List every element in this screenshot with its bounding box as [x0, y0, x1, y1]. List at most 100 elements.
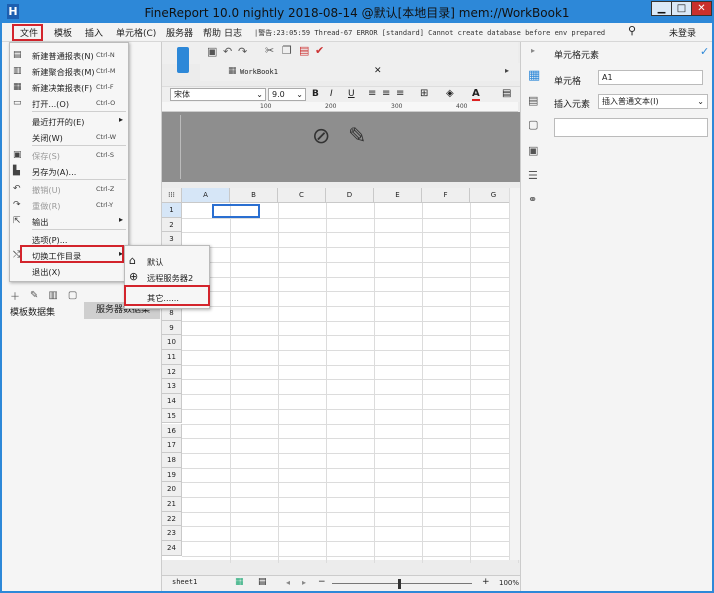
- column-header[interactable]: C: [278, 188, 326, 203]
- grid-corner[interactable]: ⁞⁞⁞: [162, 188, 182, 203]
- sheet-tab[interactable]: sheet1: [172, 578, 197, 586]
- menu-template[interactable]: 模板: [54, 26, 72, 39]
- more-options-icon[interactable]: ▤: [502, 88, 511, 99]
- menu-help[interactable]: 帮助: [203, 26, 221, 39]
- row-header[interactable]: 23: [162, 526, 182, 542]
- minimize-button[interactable]: ▁: [651, 1, 672, 16]
- menu-server[interactable]: 服务器: [166, 26, 193, 39]
- fill-color-icon[interactable]: ◈: [446, 88, 454, 99]
- scroll-left-icon[interactable]: ◂: [286, 578, 290, 587]
- row-header[interactable]: 20: [162, 482, 182, 497]
- add-sheet-icon[interactable]: ▦: [235, 577, 244, 587]
- cut-icon[interactable]: ✂: [265, 44, 274, 57]
- login-status[interactable]: 未登录: [669, 26, 696, 39]
- close-tab-icon[interactable]: ✕: [374, 66, 382, 76]
- tab-template-dataset[interactable]: 模板数据集: [10, 305, 55, 318]
- row-header[interactable]: 1: [162, 203, 182, 218]
- column-header[interactable]: D: [326, 188, 374, 203]
- insert-element-select[interactable]: 插入普通文本(I) ⌄: [598, 94, 708, 109]
- row-header[interactable]: 14: [162, 394, 182, 409]
- column-header[interactable]: B: [230, 188, 278, 203]
- cell-attribute-icon[interactable]: ▤: [528, 94, 538, 107]
- paste-icon[interactable]: ▤: [299, 44, 309, 57]
- align-right-icon[interactable]: ≡: [396, 88, 404, 99]
- maximize-button[interactable]: □: [671, 1, 692, 16]
- menu-insert[interactable]: 插入: [85, 26, 103, 39]
- file-menu-item[interactable]: 最近打开的(E) ▸: [10, 113, 128, 129]
- row-header[interactable]: 18: [162, 452, 182, 468]
- widget-icon[interactable]: ▣: [528, 144, 538, 157]
- file-menu-item[interactable]: ▥ 新建聚合报表(M) Ctrl-M: [10, 63, 128, 79]
- scroll-right-icon[interactable]: ▸: [302, 578, 306, 587]
- submenu-item-default[interactable]: 默认: [147, 256, 163, 268]
- row-header[interactable]: 21: [162, 497, 182, 512]
- row-header[interactable]: 11: [162, 350, 182, 365]
- vertical-scrollbar[interactable]: [509, 188, 520, 560]
- font-color-icon[interactable]: A: [472, 88, 480, 101]
- column-header[interactable]: A: [182, 188, 230, 203]
- file-menu-item[interactable]: ⇱ 输出 ▸: [10, 213, 128, 229]
- row-header[interactable]: 24: [162, 541, 182, 556]
- row-header[interactable]: 19: [162, 467, 182, 483]
- edit-pencil-icon[interactable]: ✎: [348, 124, 366, 149]
- row-header[interactable]: 15: [162, 408, 182, 424]
- file-menu-item[interactable]: ↷ 重做(R) Ctrl-Y: [10, 197, 128, 213]
- file-menu-item[interactable]: ↶ 撤销(U) Ctrl-Z: [10, 181, 128, 197]
- search-icon[interactable]: ⚲: [628, 24, 636, 37]
- row-header[interactable]: 17: [162, 438, 182, 453]
- italic-icon[interactable]: I: [330, 89, 333, 99]
- font-size-select[interactable]: 9.0 ⌄: [268, 88, 306, 101]
- format-brush-icon[interactable]: ✔: [315, 44, 324, 57]
- tab-menu-icon[interactable]: ▸: [505, 66, 509, 75]
- close-button[interactable]: ✕: [691, 1, 712, 16]
- zoom-slider-thumb[interactable]: [398, 579, 401, 589]
- row-header[interactable]: 9: [162, 320, 182, 336]
- save-icon[interactable]: ▣: [207, 45, 217, 58]
- copy-icon[interactable]: ❐: [282, 44, 292, 57]
- border-frame-icon[interactable]: ▢: [528, 118, 538, 131]
- file-menu-item[interactable]: 退出(X): [10, 263, 128, 279]
- file-menu-item[interactable]: ▤ 新建普通报表(N) Ctrl-N: [10, 47, 128, 63]
- row-header[interactable]: 22: [162, 511, 182, 527]
- hyperlink-icon[interactable]: ⚭: [528, 193, 537, 206]
- row-header[interactable]: 13: [162, 379, 182, 395]
- row-header[interactable]: 10: [162, 335, 182, 350]
- check-icon[interactable]: ✓: [700, 45, 709, 58]
- row-header[interactable]: 2: [162, 217, 182, 233]
- align-center-icon[interactable]: ≡: [382, 88, 390, 99]
- preview-icon[interactable]: ▢: [68, 290, 77, 301]
- cell-address-input[interactable]: A1: [598, 70, 703, 85]
- menu-cell[interactable]: 单元格(C): [116, 26, 156, 39]
- underline-icon[interactable]: U: [348, 89, 355, 99]
- selected-cell[interactable]: [212, 204, 260, 218]
- cell-content-input[interactable]: [554, 118, 708, 137]
- cell-element-icon[interactable]: ▦: [528, 68, 540, 83]
- delete-icon[interactable]: ▥: [48, 290, 57, 301]
- border-icon[interactable]: ⊞: [420, 88, 428, 99]
- zoom-in-icon[interactable]: +: [482, 577, 490, 587]
- row-header[interactable]: 12: [162, 364, 182, 380]
- column-header[interactable]: F: [422, 188, 470, 203]
- undo-icon[interactable]: ↶: [223, 45, 232, 58]
- bold-icon[interactable]: B: [312, 89, 319, 99]
- submenu-item-remote-server[interactable]: 远程服务器2: [147, 272, 193, 284]
- edit-icon[interactable]: ✎: [30, 290, 38, 301]
- condition-icon[interactable]: ☰: [528, 169, 538, 182]
- align-left-icon[interactable]: ≡: [368, 88, 376, 99]
- add-icon[interactable]: ＋: [10, 288, 20, 303]
- redo-icon[interactable]: ↷: [238, 45, 247, 58]
- column-header[interactable]: E: [374, 188, 422, 203]
- font-family-select[interactable]: 宋体 ⌄: [170, 88, 266, 101]
- expand-icon[interactable]: ▸: [531, 46, 535, 55]
- zoom-slider[interactable]: [332, 583, 472, 584]
- workbook-tab-label[interactable]: WorkBook1: [240, 68, 278, 76]
- zoom-out-icon[interactable]: −: [318, 577, 326, 587]
- menu-log[interactable]: 日志: [224, 26, 242, 39]
- file-menu-item[interactable]: ▭ 打开...(O) Ctrl-O: [10, 95, 128, 111]
- file-menu-item[interactable]: 关闭(W) Ctrl-W: [10, 129, 128, 145]
- row-header[interactable]: 16: [162, 423, 182, 439]
- hide-icon[interactable]: ⊘: [312, 124, 330, 149]
- file-menu-item[interactable]: ▙ 另存为(A)...: [10, 163, 128, 179]
- file-menu-item[interactable]: ▦ 新建决策报表(F) Ctrl-F: [10, 79, 128, 95]
- file-menu-item[interactable]: ▣ 保存(S) Ctrl-S: [10, 147, 128, 163]
